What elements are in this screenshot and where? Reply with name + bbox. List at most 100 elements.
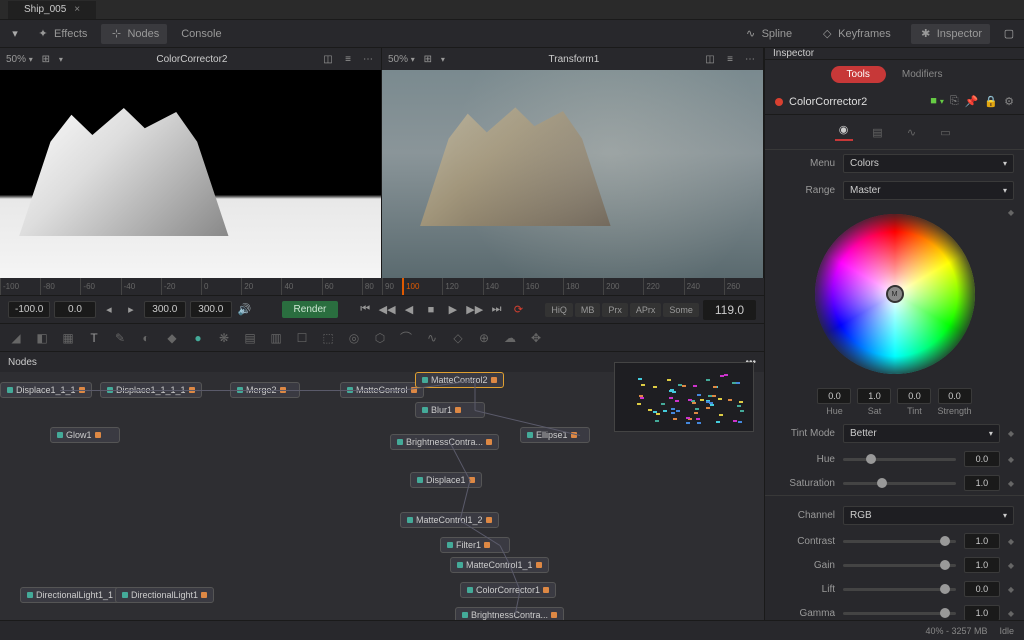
keyframe-diamond-icon[interactable]: ◆ xyxy=(1008,609,1014,618)
tool-icon[interactable]: ⊕ xyxy=(476,330,492,346)
tint-mode-select[interactable]: Better▾ xyxy=(843,424,1000,443)
range-select[interactable]: Master▾ xyxy=(843,181,1014,200)
node[interactable]: BrightnessContra... xyxy=(455,607,564,620)
range-start-field[interactable] xyxy=(8,301,50,318)
tool-icon[interactable]: ▤ xyxy=(242,330,258,346)
tool-icon[interactable]: ◐ xyxy=(138,330,154,346)
tool-icon[interactable]: ☐ xyxy=(294,330,310,346)
inspector-button[interactable]: ✱ Inspector xyxy=(911,24,990,44)
keyframe-diamond-icon[interactable]: ◆ xyxy=(1008,537,1014,546)
audio-icon[interactable]: 🔊 xyxy=(236,301,254,319)
step-forward-icon[interactable]: ▶▶ xyxy=(466,301,484,319)
tool-icon[interactable]: ⬡ xyxy=(372,330,388,346)
saturation-slider[interactable] xyxy=(843,482,956,485)
tool-icon[interactable]: ☁ xyxy=(502,330,518,346)
view-options-icon[interactable]: ≡ xyxy=(723,52,737,66)
effects-button[interactable]: ✦ Effects xyxy=(28,24,95,44)
curves-tab-icon[interactable]: ∿ xyxy=(903,123,921,141)
some-button[interactable]: Some xyxy=(663,303,699,317)
a-b-icon[interactable]: ◫ xyxy=(321,52,335,66)
node[interactable]: Glow1 xyxy=(50,427,120,443)
tool-icon[interactable]: ▥ xyxy=(268,330,284,346)
loop-icon[interactable]: ⟳ xyxy=(510,301,528,319)
enable-dot-icon[interactable] xyxy=(775,98,783,106)
channel-select[interactable]: RGB▾ xyxy=(843,506,1014,525)
node[interactable]: MatteControl1_1 xyxy=(450,557,549,573)
keyframes-button[interactable]: ◇ Keyframes xyxy=(812,24,899,44)
prev-key-icon[interactable]: ◂ xyxy=(100,301,118,319)
text-tool-icon[interactable]: T xyxy=(86,330,102,346)
fit-icon[interactable]: ⊞ xyxy=(421,52,435,66)
current-frame[interactable]: 119.0 xyxy=(703,300,756,320)
tab-modifiers[interactable]: Modifiers xyxy=(886,66,959,83)
range-in-field[interactable] xyxy=(144,301,186,318)
gain-slider[interactable] xyxy=(843,564,956,567)
play-icon[interactable]: ▶ xyxy=(444,301,462,319)
play-reverse-icon[interactable]: ◀ xyxy=(400,301,418,319)
stop-icon[interactable]: ■ xyxy=(422,301,440,319)
tool-icon[interactable]: ◎ xyxy=(346,330,362,346)
node[interactable]: DirectionalLight1_1 xyxy=(20,587,129,603)
zoom-select[interactable]: 50% ▾ xyxy=(388,54,415,65)
viewer-canvas-right[interactable] xyxy=(382,70,763,278)
pin-icon[interactable]: 📌 xyxy=(965,95,979,108)
position-field[interactable] xyxy=(54,301,96,318)
tab-tools[interactable]: Tools xyxy=(831,66,886,83)
nodes-panel[interactable]: Nodes ••• Displace1_1_1Displace1_1_1_1Me… xyxy=(0,352,764,620)
node[interactable]: BrightnessContra... xyxy=(390,434,499,450)
gamma-slider[interactable] xyxy=(843,612,956,615)
aprx-button[interactable]: APrx xyxy=(630,303,662,317)
tool-icon[interactable]: ✥ xyxy=(528,330,544,346)
more-icon[interactable]: ⋯ xyxy=(361,52,375,66)
chevron-down-icon[interactable]: ▾ xyxy=(441,55,445,64)
hiq-button[interactable]: HiQ xyxy=(545,303,573,317)
sat-field[interactable]: 1.0 xyxy=(857,388,891,404)
levels-tab-icon[interactable]: ▤ xyxy=(869,123,887,141)
timeline-ruler[interactable]: -100-80-60-40-20020406080901001201401601… xyxy=(0,278,764,296)
render-button[interactable]: Render xyxy=(282,301,339,318)
node[interactable]: MatteControl1_2 xyxy=(400,512,499,528)
lock-icon[interactable]: 🔒 xyxy=(984,95,998,108)
node[interactable]: ColorCorrector1 xyxy=(460,582,556,598)
keyframe-diamond-icon[interactable]: ◆ xyxy=(1008,585,1014,594)
chevron-down-icon[interactable]: ▾ xyxy=(59,55,63,64)
tool-icon[interactable]: ▦ xyxy=(60,330,76,346)
step-back-icon[interactable]: ◀◀ xyxy=(378,301,396,319)
tool-icon[interactable]: ◆ xyxy=(164,330,180,346)
hue-slider[interactable] xyxy=(843,458,956,461)
hue-value[interactable]: 0.0 xyxy=(964,451,1000,467)
settings-icon[interactable]: ⚙ xyxy=(1004,95,1014,108)
document-tab[interactable]: Ship_005 × xyxy=(8,1,96,19)
fit-icon[interactable]: ⊞ xyxy=(39,52,53,66)
spline-button[interactable]: ∿ Spline xyxy=(736,24,801,44)
strength-field[interactable]: 0.0 xyxy=(938,388,972,404)
color-swatch-icon[interactable]: ■ ▾ xyxy=(930,95,944,108)
tool-icon[interactable]: ◢ xyxy=(8,330,24,346)
last-frame-icon[interactable]: ⏭ xyxy=(488,301,506,319)
tool-icon[interactable]: ◧ xyxy=(34,330,50,346)
tint-field[interactable]: 0.0 xyxy=(897,388,931,404)
first-frame-icon[interactable]: ⏮ xyxy=(356,301,374,319)
viewer-canvas-left[interactable] xyxy=(0,70,381,278)
menu-select[interactable]: Colors▾ xyxy=(843,154,1014,173)
tool-icon[interactable]: ❋ xyxy=(216,330,232,346)
nodes-button[interactable]: ⊹ Nodes xyxy=(101,24,167,44)
tool-icon[interactable]: ◇ xyxy=(450,330,466,346)
range-out-field[interactable] xyxy=(190,301,232,318)
versions-icon[interactable]: ⎘ xyxy=(950,95,959,108)
brush-tool-icon[interactable]: ✎ xyxy=(112,330,128,346)
keyframe-diamond-icon[interactable]: ◆ xyxy=(1008,479,1014,488)
console-button[interactable]: Console xyxy=(173,25,229,43)
node[interactable]: DirectionalLight1 xyxy=(115,587,214,603)
saturation-value[interactable]: 1.0 xyxy=(964,475,1000,491)
next-key-icon[interactable]: ▸ xyxy=(122,301,140,319)
playhead[interactable] xyxy=(402,278,406,295)
tool-icon[interactable]: ⬚ xyxy=(320,330,336,346)
monitor-icon[interactable]: ▢ xyxy=(1002,27,1016,41)
keyframe-diamond-icon[interactable]: ◆ xyxy=(1008,429,1014,438)
tool-icon[interactable]: ● xyxy=(190,330,206,346)
mb-button[interactable]: MB xyxy=(575,303,601,317)
more-icon[interactable]: ⋯ xyxy=(743,52,757,66)
tool-icon[interactable]: ∿ xyxy=(424,330,440,346)
keyframe-diamond-icon[interactable]: ◆ xyxy=(1008,561,1014,570)
